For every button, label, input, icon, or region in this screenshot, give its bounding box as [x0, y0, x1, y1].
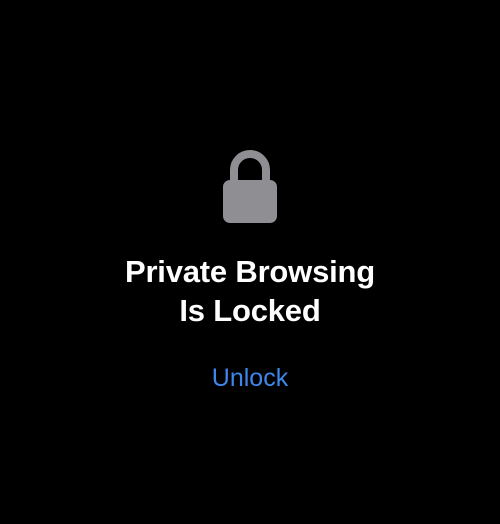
locked-title: Private Browsing Is Locked [0, 252, 500, 330]
title-line-2: Is Locked [179, 293, 321, 328]
private-browsing-lock-screen: Private Browsing Is Locked Unlock [0, 0, 500, 524]
lock-icon [222, 148, 278, 224]
title-line-1: Private Browsing [124, 254, 376, 289]
unlock-button[interactable]: Unlock [190, 361, 310, 395]
